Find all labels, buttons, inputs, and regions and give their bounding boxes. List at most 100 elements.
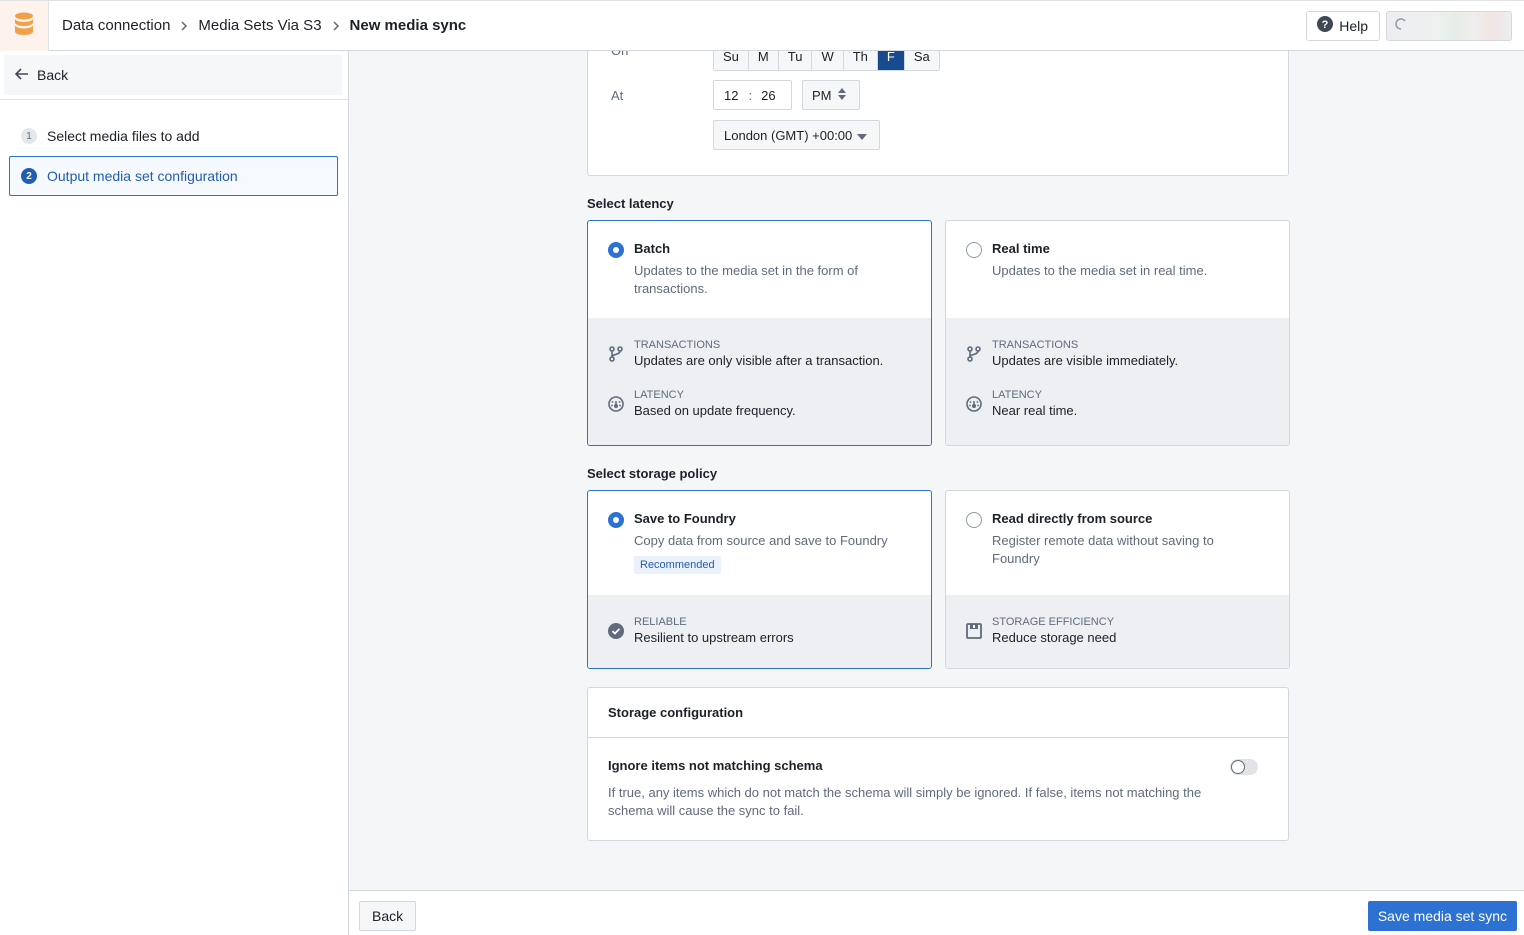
timezone-value: London (GMT) +00:00 <box>724 127 853 143</box>
caret-down-icon <box>857 128 867 143</box>
option-title: Real time <box>992 241 1050 256</box>
toggle-knob <box>1231 760 1245 774</box>
feature-label: RELIABLE <box>634 616 687 628</box>
feature-value: Reduce storage need <box>992 630 1117 645</box>
feature-value: Updates are visible immediately. <box>992 353 1179 368</box>
feature-label: TRANSACTIONS <box>634 339 721 351</box>
dashboard-icon <box>966 396 982 412</box>
save-media-set-sync-button[interactable]: Save media set sync <box>1367 901 1517 931</box>
arrow-left-icon <box>14 67 29 83</box>
breadcrumb-media-sets[interactable]: Media Sets Via S3 <box>198 17 321 34</box>
latency-option-real-time[interactable]: Real time Updates to the media set in re… <box>945 220 1290 446</box>
option-description: Updates to the media set in the form of … <box>634 263 859 296</box>
option-title: Save to Foundry <box>634 511 736 526</box>
feature-value: Resilient to upstream errors <box>634 630 794 645</box>
top-bar: Data connection Media Sets Via S3 New me… <box>0 0 1524 51</box>
radio-selected[interactable] <box>608 512 624 528</box>
radio-selected[interactable] <box>608 242 624 258</box>
back-button[interactable]: Back <box>359 901 417 931</box>
ignore-schema-description: If true, any items which do not match th… <box>608 785 1202 818</box>
option-description: Copy data from source and save to Foundr… <box>634 533 888 548</box>
app-logo[interactable] <box>0 0 49 51</box>
latency-section-title: Select latency <box>587 196 674 211</box>
help-label: Help <box>1339 17 1368 34</box>
feature-storage-efficiency: STORAGE EFFICIENCY Reduce storage need <box>946 615 1289 647</box>
breadcrumb: Data connection Media Sets Via S3 New me… <box>62 17 466 34</box>
timezone-select[interactable]: London (GMT) +00:00 <box>713 120 880 150</box>
ampm-select[interactable]: PM <box>802 80 860 110</box>
day-sunday[interactable]: Su <box>714 51 749 70</box>
storage-configuration-title: Storage configuration <box>588 688 1288 738</box>
help-button[interactable]: ? Help <box>1306 10 1380 41</box>
at-label: At <box>611 88 624 103</box>
feature-value: Near real time. <box>992 403 1078 418</box>
ignore-schema-title: Ignore items not matching schema <box>608 758 823 773</box>
git-branch-icon <box>608 346 624 362</box>
ampm-value: PM <box>812 87 832 103</box>
storage-option-save-to-foundry[interactable]: Save to Foundry Copy data from source an… <box>587 490 932 669</box>
feature-label: LATENCY <box>634 389 684 401</box>
feature-value: Based on update frequency. <box>634 403 796 418</box>
step-number: 2 <box>21 168 37 184</box>
feature-reliable: RELIABLE Resilient to upstream errors <box>588 615 931 647</box>
help-icon: ? <box>1317 16 1334 35</box>
time-input: 12 : 26 <box>713 80 792 110</box>
schedule-card: On Su M Tu W Th F Sa At 12 : 26 PM Londo… <box>587 51 1289 176</box>
storage-configuration-card: Storage configuration Ignore items not m… <box>587 687 1289 841</box>
latency-option-batch[interactable]: Batch Updates to the media set in the fo… <box>587 220 932 446</box>
day-saturday[interactable]: Sa <box>904 51 939 70</box>
day-wednesday[interactable]: W <box>812 51 844 70</box>
dashboard-icon <box>608 396 624 412</box>
step-output-config[interactable]: 2 Output media set configuration <box>9 156 338 196</box>
ignore-schema-toggle[interactable] <box>1230 759 1258 775</box>
option-title: Batch <box>634 241 671 256</box>
option-description: Register remote data without saving to F… <box>992 533 1214 566</box>
feature-label: STORAGE EFFICIENCY <box>992 616 1115 628</box>
day-thursday[interactable]: Th <box>843 51 878 70</box>
breadcrumb-data-connection[interactable]: Data connection <box>62 17 170 34</box>
footer: Back Save media set sync <box>349 890 1524 935</box>
feature-value: Updates are only visible after a transac… <box>634 353 884 368</box>
minute-input[interactable]: 26 <box>761 88 775 103</box>
feature-transactions: TRANSACTIONS Updates are visible immedia… <box>946 338 1289 370</box>
feature-label: LATENCY <box>992 389 1042 401</box>
step-label: Output media set configuration <box>47 168 238 184</box>
hour-input[interactable]: 12 <box>724 88 738 103</box>
step-select-media-files[interactable]: 1 Select media files to add <box>9 116 338 156</box>
feature-label: TRANSACTIONS <box>992 339 1079 351</box>
option-description: Updates to the media set in real time. <box>992 263 1208 278</box>
option-title: Read directly from source <box>992 511 1153 526</box>
sidebar-back-label: Back <box>37 67 69 83</box>
day-tuesday[interactable]: Tu <box>778 51 813 70</box>
step-number: 1 <box>21 128 37 144</box>
step-list: 1 Select media files to add 2 Output med… <box>0 100 348 196</box>
feature-transactions: TRANSACTIONS Updates are only visible af… <box>588 338 931 370</box>
chevron-right-icon <box>180 20 188 32</box>
floppy-disk-icon <box>966 623 982 639</box>
step-label: Select media files to add <box>47 128 200 144</box>
storage-option-read-from-source[interactable]: Read directly from source Register remot… <box>945 490 1290 669</box>
main-content: On Su M Tu W Th F Sa At 12 : 26 PM Londo… <box>349 51 1524 890</box>
radio-unselected[interactable] <box>966 242 982 258</box>
git-branch-icon <box>966 346 982 362</box>
database-icon <box>14 12 34 39</box>
sidebar-back-button[interactable]: Back <box>4 55 342 95</box>
day-friday[interactable]: F <box>877 51 905 70</box>
chevron-right-icon <box>332 20 340 32</box>
on-label: On <box>611 51 628 58</box>
feature-latency: LATENCY Based on update frequency. <box>588 388 931 420</box>
feature-latency: LATENCY Near real time. <box>946 388 1289 420</box>
time-separator: : <box>748 87 753 103</box>
user-menu[interactable] <box>1386 10 1512 41</box>
sidebar: Back 1 Select media files to add 2 Outpu… <box>0 51 349 935</box>
day-monday[interactable]: M <box>748 51 779 70</box>
day-picker: Su M Tu W Th F Sa <box>713 51 940 71</box>
svg-text:?: ? <box>1322 19 1329 31</box>
spinner-icon <box>1395 18 1407 33</box>
recommended-tag: Recommended <box>634 556 721 574</box>
tick-circle-icon <box>608 623 624 639</box>
storage-policy-section-title: Select storage policy <box>587 466 718 481</box>
double-caret-icon <box>837 87 846 103</box>
radio-unselected[interactable] <box>966 512 982 528</box>
breadcrumb-current: New media sync <box>349 17 467 34</box>
